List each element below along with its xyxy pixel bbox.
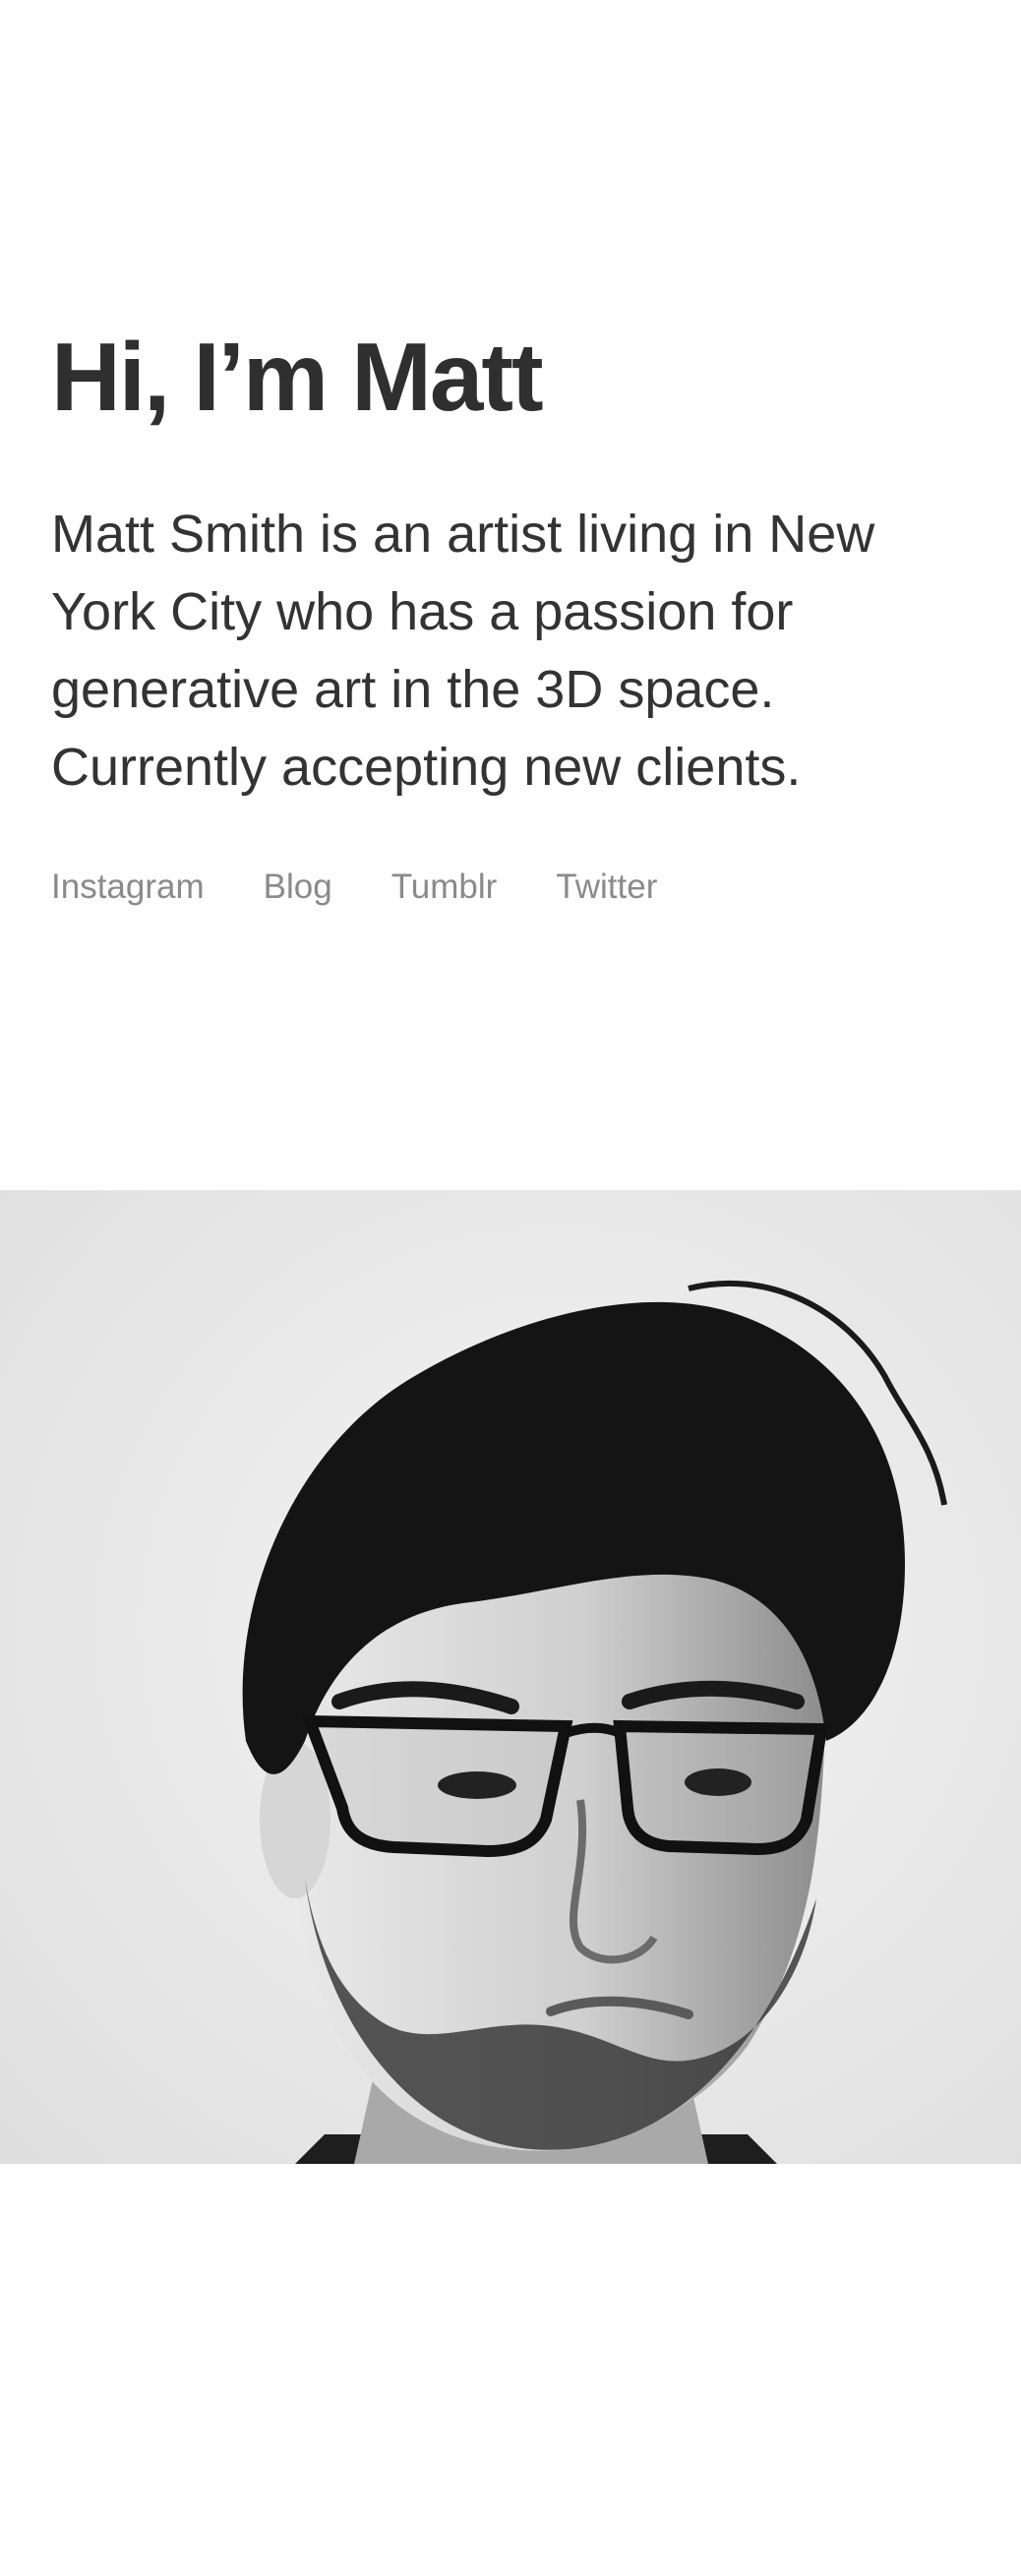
intro-section: Hi, I’m Matt Matt Smith is an artist liv…: [51, 323, 936, 907]
social-links: Instagram Blog Tumblr Twitter: [51, 868, 936, 907]
bio-text: Matt Smith is an artist living in New Yo…: [51, 504, 875, 797]
link-instagram[interactable]: Instagram: [51, 868, 205, 907]
link-twitter[interactable]: Twitter: [556, 868, 657, 907]
link-tumblr[interactable]: Tumblr: [391, 868, 498, 907]
link-blog[interactable]: Blog: [264, 868, 332, 907]
page-title: Hi, I’m Matt: [51, 323, 544, 431]
portrait-photo: [0, 1190, 1021, 2164]
portrait-illustration: [0, 1190, 1021, 2164]
